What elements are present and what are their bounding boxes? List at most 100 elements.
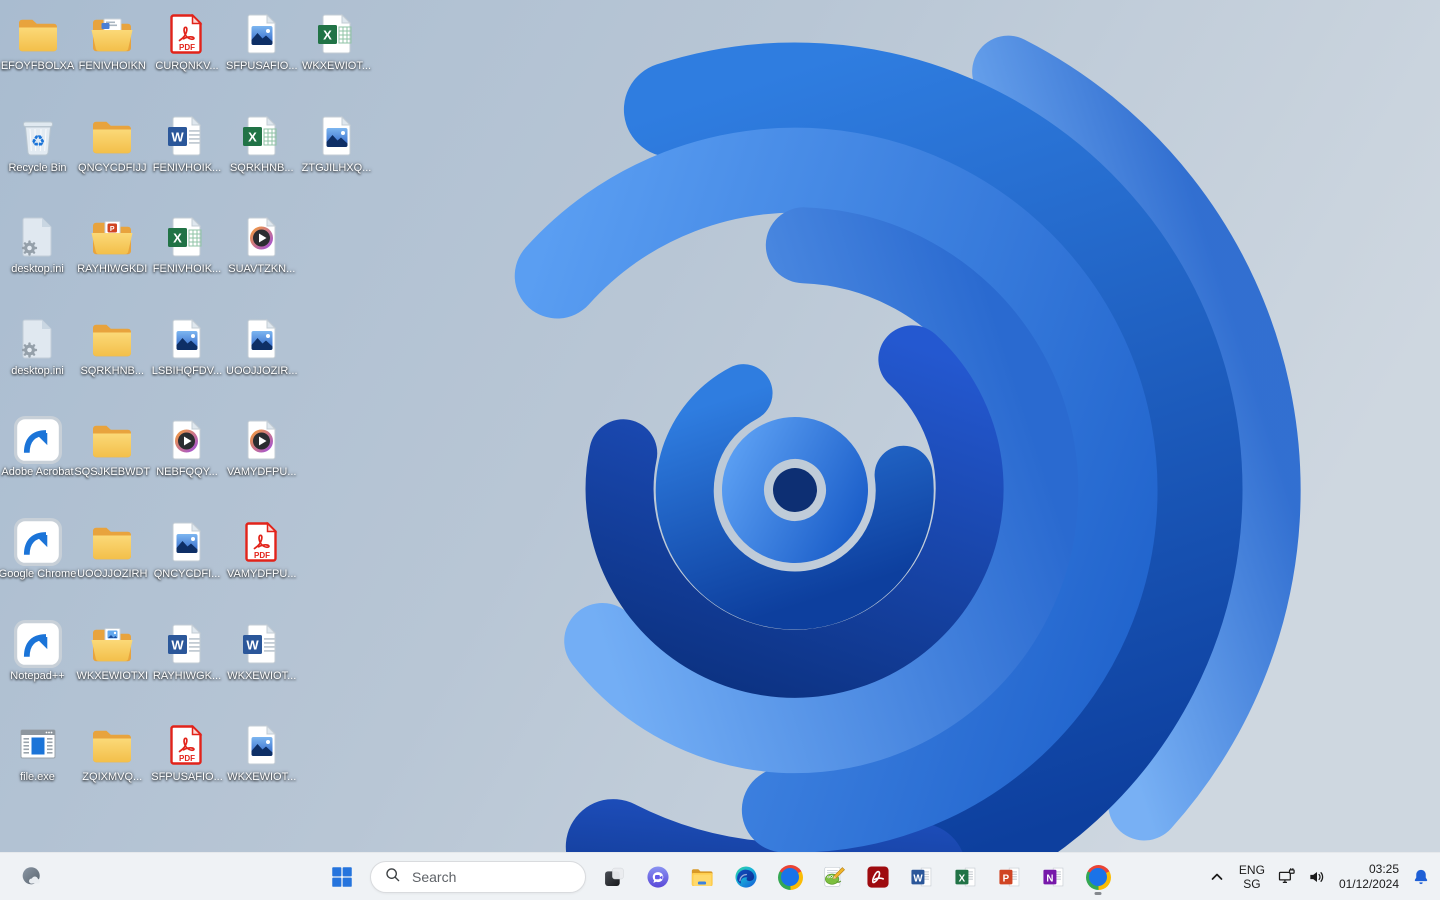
desktop-icon-suavtzkn[interactable]: SUAVTZKN...: [225, 213, 298, 311]
svg-text:PDF: PDF: [179, 754, 195, 763]
image-file-icon: [172, 521, 202, 562]
excel-file-icon: X: [168, 216, 202, 257]
desktop-icon-notepad++[interactable]: Notepad++: [1, 619, 74, 718]
desktop-icon-sqrkhnb[interactable]: SQRKHNB...: [76, 315, 149, 413]
desktop-icon-curqnkv[interactable]: PDF CURQNKV...: [151, 10, 224, 108]
desktop-icon-google-chrome[interactable]: Google Chrome: [0, 518, 76, 616]
desktop-icon-wkxewiot[interactable]: W WKXEWIOT...: [225, 620, 298, 718]
volume-button[interactable]: [1302, 857, 1332, 897]
language-indicator[interactable]: ENG SG: [1232, 857, 1272, 897]
taskbar-acrobat-button[interactable]: [858, 857, 898, 897]
taskbar-search[interactable]: [370, 861, 586, 893]
notepad-plus-plus-icon: [824, 866, 845, 887]
folder-icon: [18, 19, 57, 52]
taskbar-edge-button[interactable]: [726, 857, 766, 897]
shortcut-arrow-icon: [13, 619, 62, 668]
running-indicator: [1094, 892, 1102, 895]
word-file-icon: W: [242, 623, 276, 664]
folder-documents-icon: [91, 18, 133, 52]
image-file-icon: [163, 518, 211, 566]
taskbar-word-button[interactable]: W: [902, 857, 942, 897]
folder-icon: [93, 527, 132, 560]
clock-button[interactable]: 03:25 01/12/2024: [1332, 857, 1406, 897]
desktop-icon-sfpusafio[interactable]: PDF SFPUSAFIO...: [151, 721, 224, 819]
desktop-icon-qncycdfi[interactable]: QNCYCDFI...: [151, 518, 224, 616]
taskbar-chrome-running-button[interactable]: [1078, 857, 1118, 897]
desktop-icon-rayhiwgk[interactable]: W RAYHIWGK...: [151, 620, 224, 718]
desktop-icon-fenivhoik[interactable]: X FENIVHOIK...: [151, 213, 224, 311]
desktop-icon-wkxewiot[interactable]: WKXEWIOT...: [225, 721, 298, 819]
start-button[interactable]: [322, 857, 362, 897]
taskbar-excel-button[interactable]: X: [946, 857, 986, 897]
desktop-icon-desktop-ini[interactable]: desktop.ini: [1, 213, 74, 311]
desktop-icon-sqsjkebwdt[interactable]: SQSJKEBWDT: [74, 416, 150, 514]
image-file-icon: [238, 10, 286, 58]
taskbar-widgets-area: [12, 857, 52, 897]
desktop-icon-vamydfpu[interactable]: VAMYDFPU...: [225, 416, 298, 514]
volume-icon: [1310, 872, 1324, 882]
taskbar-file-explorer-button[interactable]: [682, 857, 722, 897]
image-file-icon: [322, 115, 351, 156]
widgets-button[interactable]: [12, 857, 52, 897]
bell-icon: [1414, 869, 1428, 885]
desktop-icon-adobe-acrobat[interactable]: Adobe Acrobat: [1, 416, 74, 514]
svg-text:X: X: [248, 129, 257, 144]
media-file-icon: [247, 216, 276, 257]
desktop-icon-sfpusafio[interactable]: SFPUSAFIO...: [225, 10, 298, 108]
desktop-icon-qncycdfijj[interactable]: QNCYCDFIJJ: [76, 112, 149, 210]
language-line1: ENG: [1238, 863, 1265, 877]
folder-icon: [93, 324, 132, 356]
desktop-icon-vamydfpu[interactable]: PDF VAMYDFPU...: [225, 518, 298, 616]
desktop-icon-desktop-ini[interactable]: desktop.ini: [1, 315, 74, 413]
svg-text:W: W: [246, 637, 259, 652]
desktop-icon-efoyfbolxa[interactable]: EFOYFBOLXA: [1, 10, 74, 108]
edge-icon: [735, 866, 757, 888]
desktop-icon-sqrkhnb[interactable]: X SQRKHNB...: [225, 112, 298, 210]
excel-file-icon: X: [317, 13, 351, 54]
desktop-icon-ztgjilhxq[interactable]: ZTGJILHXQ...: [300, 112, 373, 210]
excel-file-icon: X: [313, 10, 361, 58]
taskbar-chrome-button[interactable]: [770, 857, 810, 897]
pdf-file-icon: PDF: [238, 518, 286, 566]
excel-file-icon: X: [238, 112, 286, 160]
taskbar-task-view-button[interactable]: [594, 857, 634, 897]
notifications-button[interactable]: [1406, 857, 1436, 897]
desktop-icon-wkxewiotxi[interactable]: WKXEWIOTXI: [76, 620, 149, 718]
svg-text:PDF: PDF: [179, 43, 195, 52]
desktop-icon-file-exe[interactable]: file.exe: [1, 721, 74, 819]
desktop-screen: EFOYFBOLXA ♻ Recycle Bin desktop.ini desktop…: [0, 0, 1440, 900]
desktop-icon-zqixmvq[interactable]: ZQIXMVQ...: [76, 721, 149, 819]
taskbar-notepad-plus-plus-button[interactable]: [814, 857, 854, 897]
svg-text:W: W: [171, 129, 184, 144]
tray-chevron-button[interactable]: [1202, 857, 1232, 897]
desktop-icon-fenivhoikn[interactable]: FENIVHOIKN: [76, 10, 149, 108]
desktop-icon-lsbihqfdv[interactable]: LSBIHQFDV...: [151, 315, 224, 413]
acrobat-icon: [867, 866, 889, 888]
taskbar-onenote-button[interactable]: N: [1034, 857, 1074, 897]
search-input[interactable]: [410, 868, 564, 886]
folder-icon: [88, 518, 136, 566]
svg-text:W: W: [913, 873, 923, 884]
desktop-icon-rayhiwgkdi[interactable]: P RAYHIWGKDI: [76, 213, 149, 311]
system-tray: ENG SG 03:25 01/12/2024: [1202, 857, 1436, 897]
desktop-icon-fenivhoik[interactable]: W FENIVHOIK...: [151, 112, 224, 210]
network-button[interactable]: [1272, 857, 1302, 897]
taskbar-pinned-apps: W XPN: [594, 857, 1118, 897]
image-file-icon: [247, 724, 276, 765]
taskbar-powerpoint-button[interactable]: P: [990, 857, 1030, 897]
windows-start-icon: [332, 867, 352, 887]
desktop-icon-uoojjozir[interactable]: UOOJJOZIR...: [225, 315, 298, 413]
folder-image-icon: [88, 620, 136, 668]
folder-icon: [93, 426, 132, 458]
desktop-icon-uoojjozirh[interactable]: UOOJJOZIRH: [76, 518, 149, 616]
desktop-icon-nebfqqy[interactable]: NEBFQQY...: [151, 416, 224, 514]
chat-icon: [647, 866, 669, 888]
media-file-icon: [247, 420, 276, 460]
desktop-icon-wkxewiot[interactable]: X WKXEWIOT...: [300, 10, 373, 108]
task-view-icon: [605, 867, 624, 886]
taskbar-chat-button[interactable]: [638, 857, 678, 897]
chevron-up-icon: [1211, 873, 1223, 880]
search-icon: [386, 868, 400, 882]
folder-icon: [14, 10, 62, 58]
desktop-icon-recycle-bin[interactable]: ♻ Recycle Bin: [1, 112, 74, 210]
